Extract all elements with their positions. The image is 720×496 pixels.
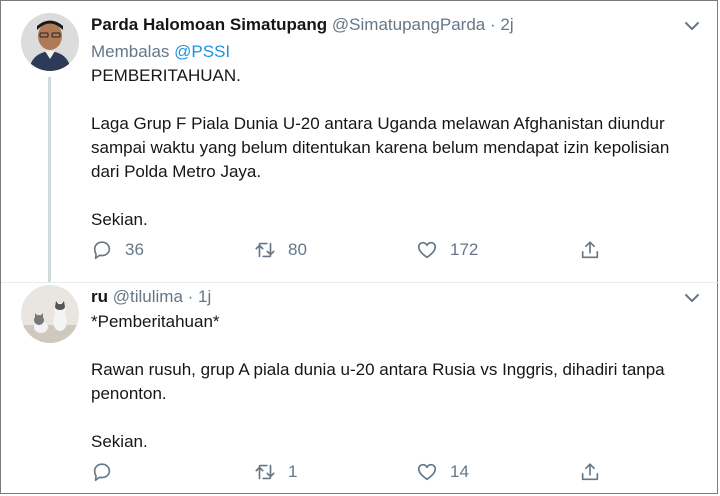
like-button[interactable]: 14 [416, 460, 469, 484]
tweet[interactable]: Parda Halomoan Simatupang @SimatupangPar… [1, 1, 719, 283]
separator-dot: · [490, 15, 496, 34]
heart-icon [417, 463, 437, 481]
tweet[interactable]: ru @tilulima · 1j *Pemberitahuan* Rawan … [1, 283, 719, 495]
retweet-button[interactable]: 1 [254, 460, 297, 484]
heart-icon [417, 241, 437, 259]
thread-line [48, 77, 51, 283]
timestamp[interactable]: 2j [500, 15, 513, 34]
chevron-down-icon[interactable] [683, 289, 701, 307]
user-handle[interactable]: @tilulima [113, 287, 183, 306]
display-name[interactable]: ru [91, 287, 108, 306]
share-button[interactable] [579, 460, 601, 484]
tweet-paragraph: PEMBERITAHUAN. [91, 66, 241, 85]
tweet-text: *Pemberitahuan* Rawan rusuh, grup A pial… [91, 310, 701, 454]
timeline-frame: Parda Halomoan Simatupang @SimatupangPar… [0, 0, 719, 495]
display-name[interactable]: Parda Halomoan Simatupang [91, 15, 327, 34]
like-button[interactable]: 172 [416, 238, 478, 262]
reply-button[interactable]: 36 [91, 238, 144, 262]
retweet-icon [255, 242, 275, 258]
separator-dot: · [187, 287, 194, 306]
tweet-paragraph: Rawan rusuh, grup A piala dunia u-20 ant… [91, 360, 665, 403]
replying-prefix: Membalas [91, 42, 170, 61]
avatar[interactable] [21, 13, 79, 71]
reply-button[interactable] [91, 460, 125, 484]
tweet-actions: 36 80 172 [91, 238, 611, 262]
retweet-count: 80 [288, 240, 307, 259]
tweet-paragraph: Laga Grup F Piala Dunia U-20 antara Ugan… [91, 114, 670, 181]
share-button[interactable] [579, 238, 601, 262]
chevron-down-icon[interactable] [683, 17, 701, 35]
share-icon [581, 463, 599, 481]
tweet-actions: 1 14 [91, 460, 611, 484]
replying-to: Membalas @PSSI [91, 41, 230, 63]
tweet-text: PEMBERITAHUAN. Laga Grup F Piala Dunia U… [91, 64, 701, 232]
avatar-image [21, 285, 79, 343]
timestamp[interactable]: 1j [198, 287, 211, 306]
user-handle[interactable]: @SimatupangParda [332, 15, 485, 34]
share-icon [581, 241, 599, 259]
tweet-paragraph: Sekian. [91, 210, 148, 229]
retweet-button[interactable]: 80 [254, 238, 307, 262]
reply-icon [93, 463, 111, 482]
avatar[interactable] [21, 285, 79, 343]
reply-count: 36 [125, 240, 144, 259]
reply-icon [93, 241, 111, 260]
avatar-image [21, 13, 79, 71]
retweet-count: 1 [288, 462, 298, 481]
tweet-paragraph: *Pemberitahuan* [91, 312, 220, 331]
mention-link[interactable]: @PSSI [174, 42, 230, 61]
tweet-header: Parda Halomoan Simatupang @SimatupangPar… [91, 14, 514, 36]
like-count: 14 [450, 462, 469, 481]
like-count: 172 [450, 240, 479, 259]
tweet-paragraph: Sekian. [91, 432, 148, 451]
tweet-header: ru @tilulima · 1j [91, 286, 211, 308]
retweet-icon [255, 464, 275, 480]
